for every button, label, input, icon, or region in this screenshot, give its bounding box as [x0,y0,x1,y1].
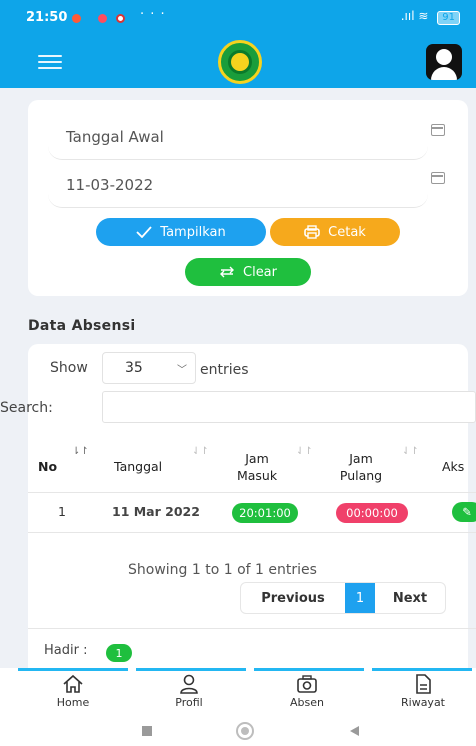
show-button-label: Tampilkan [160,224,226,240]
print-button-label: Cetak [328,224,366,240]
search-label: Search: [0,400,53,416]
pagination: Previous 1 Next [240,582,446,614]
nav-indicator [18,668,128,671]
nav-profil[interactable]: Profil [144,674,234,709]
status-indicators: .ııl ≋ 91 [401,9,460,25]
nav-home-label: Home [56,696,90,709]
home-system-icon[interactable] [236,722,254,740]
notification-dot-icon [98,14,107,23]
more-notifications: · · · [140,7,166,22]
filter-card: Tanggal Awal 11-03-2022 Tampilkan Cetak … [28,100,468,296]
jam-masuk-badge: 20:01:00 [232,503,298,523]
user-icon [180,674,198,694]
calendar-icon[interactable] [431,172,445,184]
pagination-page-1[interactable]: 1 [345,583,375,613]
chevron-down-icon: ﹀ [177,365,187,376]
recent-apps-icon[interactable] [142,726,152,736]
column-header-jam-pulang[interactable]: Jam Pulang [332,450,390,484]
nav-absen-label: Absen [290,696,324,709]
clear-button[interactable]: Clear [185,258,311,286]
end-date-value: 11-03-2022 [66,176,154,194]
column-header-jam-masuk[interactable]: Jam Masuk [230,450,284,484]
nav-profil-label: Profil [175,696,203,709]
column-header-no[interactable]: No [38,458,57,475]
nav-home[interactable]: Home [28,674,118,709]
battery-icon: 91 [437,11,460,25]
status-bar: 21:50 · · · .ııl ≋ 91 [0,0,476,36]
start-date-placeholder: Tanggal Awal [66,128,164,146]
column-header-jam-masuk-line2: Masuk [236,468,278,483]
calendar-icon[interactable] [431,124,445,136]
wifi-icon: ≋ [418,9,429,23]
sort-icon[interactable]: ⇃↾ [192,446,209,457]
sort-asc-icon[interactable]: ⇂↾ [72,446,89,457]
swap-icon [220,266,234,278]
page-size-select[interactable]: 35 ﹀ [102,352,196,384]
back-icon[interactable] [350,726,359,736]
print-button[interactable]: Cetak [270,218,400,246]
sort-icon[interactable]: ⇃↾ [296,446,313,457]
cell-no: 1 [58,504,66,519]
document-icon [416,674,431,694]
home-icon [63,674,83,693]
hadir-count-badge: 1 [106,644,132,662]
system-navigation-bar [0,716,476,746]
pagination-next[interactable]: Next [375,591,445,606]
end-date-field[interactable]: 11-03-2022 [48,164,428,208]
section-title: Data Absensi [28,318,136,334]
sort-icon[interactable]: ⇃↾ [402,446,419,457]
page-content: Tanggal Awal 11-03-2022 Tampilkan Cetak … [0,88,476,668]
page-size-value: 35 [125,360,143,376]
show-label: Show [50,360,88,376]
camera-icon [297,675,317,693]
row-divider [28,532,476,533]
cell-tanggal: 11 Mar 2022 [112,504,200,519]
nav-riwayat-label: Riwayat [401,696,445,709]
nav-indicator [136,668,246,671]
nav-indicator [254,668,364,671]
column-header-tanggal[interactable]: Tanggal [114,458,162,475]
notification-dot-icon [116,14,125,23]
edit-action-button[interactable]: ✎ [452,502,476,522]
nav-absen[interactable]: Absen [262,674,352,709]
institution-logo [218,40,262,84]
notification-dot-icon [72,14,81,23]
menu-icon[interactable] [38,55,62,69]
pagination-previous[interactable]: Previous [241,591,345,606]
user-avatar[interactable] [426,44,462,80]
nav-indicator [372,668,472,671]
start-date-field[interactable]: Tanggal Awal [48,116,428,160]
column-header-aksi[interactable]: Aks [442,458,464,475]
bottom-navigation: Home Profil Absen Riwayat [0,668,476,716]
show-button[interactable]: Tampilkan [96,218,266,246]
table-info: Showing 1 to 1 of 1 entries [128,562,317,578]
signal-icon: .ııl [400,9,415,23]
column-header-jam-masuk-line1: Jam [245,451,269,466]
entries-label: entries [200,362,249,378]
hadir-label: Hadir : [44,643,88,658]
summary-divider [28,628,476,629]
header-divider [28,492,476,493]
check-icon [136,226,152,238]
printer-icon [304,225,320,239]
nav-riwayat[interactable]: Riwayat [378,674,468,709]
column-header-jam-pulang-line1: Jam [349,451,373,466]
column-header-jam-pulang-line2: Pulang [339,468,383,483]
jam-pulang-badge: 00:00:00 [336,503,408,523]
clear-button-label: Clear [243,264,277,280]
search-input[interactable] [102,391,476,423]
app-header [0,36,476,88]
status-time: 21:50 [26,10,68,25]
